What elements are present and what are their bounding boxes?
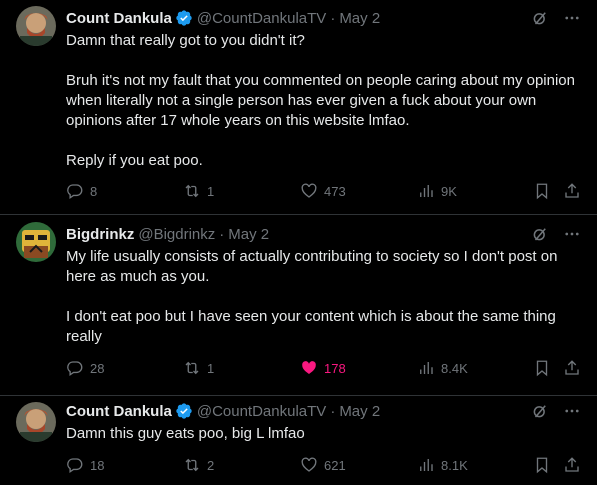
reply-icon [67, 184, 83, 200]
like-count: 473 [324, 183, 346, 199]
like-button[interactable]: 621 [300, 455, 346, 475]
bookmark-button[interactable] [533, 181, 551, 201]
grok-icon[interactable] [531, 9, 549, 27]
avatar-image [16, 402, 56, 442]
tweet-paragraph: Damn this guy eats poo, big L lmfao [66, 425, 305, 442]
reply-icon [67, 458, 83, 474]
repost-icon [185, 458, 199, 472]
verified-badge-icon [175, 402, 193, 420]
repost-count: 2 [207, 457, 215, 473]
avatar-image [16, 6, 56, 46]
tweet-header: Count Dankula @CountDankulaTV · May 2 [66, 8, 380, 28]
reply-count: 8 [90, 183, 98, 199]
reply-button[interactable]: 8 [66, 181, 97, 201]
more-options-icon[interactable] [563, 9, 581, 27]
timestamp[interactable]: May 2 [339, 403, 380, 420]
like-button[interactable]: 178 [300, 358, 346, 378]
tweet-paragraph: My life usually consists of actually con… [66, 248, 558, 285]
reply-count: 18 [90, 457, 105, 473]
bookmark-icon [536, 457, 548, 474]
grok-icon[interactable] [531, 225, 549, 243]
avatar-bigdrinkz[interactable] [16, 222, 56, 262]
more-options-icon[interactable] [563, 225, 581, 243]
share-button[interactable] [563, 455, 581, 475]
display-name[interactable]: Bigdrinkz [66, 226, 134, 243]
tweet-top-icons [531, 402, 581, 420]
avatar-count-dankula[interactable] [16, 6, 56, 46]
handle[interactable]: @CountDankulaTV [197, 10, 326, 27]
tweet-actions: 18 2 621 8.1K [66, 455, 581, 475]
views-count: 8.1K [441, 457, 468, 473]
heart-filled-icon [302, 361, 316, 374]
tweet-1[interactable]: Count Dankula @CountDankulaTV · May 2 Da… [0, 0, 597, 214]
tweet-text: Damn that really got to you didn't it? B… [66, 31, 581, 171]
views-button[interactable]: 9K [417, 181, 457, 201]
tweet-header: Count Dankula @CountDankulaTV · May 2 [66, 401, 380, 421]
bookmark-icon [536, 360, 548, 377]
tweet-top-icons [531, 225, 581, 243]
tweet-top-icons [531, 9, 581, 27]
more-options-icon[interactable] [563, 402, 581, 420]
tweet-header: Bigdrinkz @Bigdrinkz · May 2 [66, 224, 269, 244]
repost-count: 1 [207, 183, 215, 199]
verified-badge-icon [175, 9, 193, 27]
views-button[interactable]: 8.1K [417, 455, 468, 475]
tweet-2[interactable]: Bigdrinkz @Bigdrinkz · May 2 My life usu… [0, 215, 597, 395]
tweet-paragraph: Damn that really got to you didn't it? [66, 32, 305, 49]
bookmark-icon [536, 183, 548, 200]
views-icon [420, 459, 433, 471]
reply-count: 28 [90, 360, 105, 376]
repost-button[interactable]: 1 [183, 358, 214, 378]
share-button[interactable] [563, 358, 581, 378]
reply-button[interactable]: 28 [66, 358, 104, 378]
tweet-3[interactable]: Count Dankula @CountDankulaTV · May 2 Da… [0, 396, 597, 485]
share-icon [565, 457, 579, 472]
share-icon [565, 360, 579, 375]
avatar-image [16, 222, 56, 262]
separator-dot: · [330, 9, 336, 27]
bookmark-button[interactable] [533, 358, 551, 378]
views-count: 9K [441, 183, 457, 199]
share-button[interactable] [563, 181, 581, 201]
heart-icon [301, 183, 317, 198]
views-icon [420, 362, 433, 374]
bookmark-button[interactable] [533, 455, 551, 475]
display-name[interactable]: Count Dankula [66, 403, 172, 420]
heart-icon [301, 457, 317, 472]
like-count: 178 [324, 360, 346, 376]
views-count: 8.4K [441, 360, 468, 376]
tweet-text: My life usually consists of actually con… [66, 247, 581, 347]
tweet-actions: 8 1 473 9K [66, 181, 581, 201]
separator-dot: · [219, 225, 225, 243]
reply-icon [67, 361, 83, 377]
like-count: 621 [324, 457, 346, 473]
separator-dot: · [330, 402, 336, 420]
timestamp[interactable]: May 2 [228, 226, 269, 243]
views-button[interactable]: 8.4K [417, 358, 468, 378]
reply-button[interactable]: 18 [66, 455, 104, 475]
timestamp[interactable]: May 2 [339, 10, 380, 27]
grok-icon[interactable] [531, 402, 549, 420]
views-icon [420, 185, 433, 197]
handle[interactable]: @CountDankulaTV [197, 403, 326, 420]
repost-count: 1 [207, 360, 215, 376]
tweet-paragraph: Bruh it's not my fault that you commente… [66, 72, 575, 129]
repost-button[interactable]: 1 [183, 181, 214, 201]
tweet-paragraph: I don't eat poo but I have seen your con… [66, 308, 556, 345]
display-name[interactable]: Count Dankula [66, 10, 172, 27]
repost-icon [185, 361, 199, 375]
like-button[interactable]: 473 [300, 181, 346, 201]
share-icon [565, 183, 579, 198]
tweet-actions: 28 1 178 8.4K [66, 358, 581, 378]
repost-icon [185, 184, 199, 198]
tweet-paragraph: Reply if you eat poo. [66, 152, 203, 169]
handle[interactable]: @Bigdrinkz [138, 226, 215, 243]
repost-button[interactable]: 2 [183, 455, 214, 475]
tweet-text: Damn this guy eats poo, big L lmfao [66, 424, 581, 444]
avatar-count-dankula[interactable] [16, 402, 56, 442]
